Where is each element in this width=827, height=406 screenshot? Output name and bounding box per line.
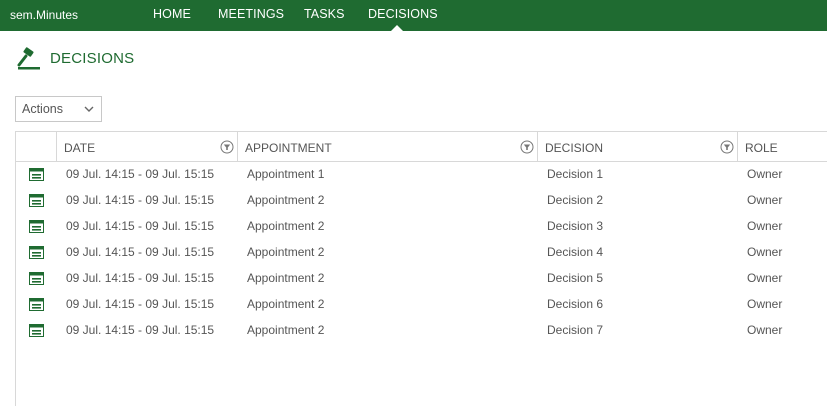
cell-decision[interactable]: Decision 6 (547, 297, 603, 311)
app-brand[interactable]: sem.Minutes (10, 8, 78, 22)
column-divider (537, 132, 538, 162)
cell-date: 09 Jul. 14:15 - 09 Jul. 15:15 (66, 219, 215, 233)
cell-date: 09 Jul. 14:15 - 09 Jul. 15:15 (66, 271, 215, 285)
actions-dropdown-label: Actions (22, 102, 63, 116)
nav-item-home[interactable]: HOME (153, 7, 191, 21)
cell-appointment[interactable]: Appointment 2 (247, 323, 324, 337)
filter-decision-icon[interactable] (720, 140, 734, 154)
active-nav-caret-icon (391, 25, 403, 31)
table-row[interactable]: 09 Jul. 14:15 - 09 Jul. 15:15 Appointmen… (16, 162, 827, 188)
cell-appointment[interactable]: Appointment 2 (247, 297, 324, 311)
decision-item-icon[interactable] (29, 194, 44, 207)
gavel-icon (17, 47, 40, 70)
filter-date-icon[interactable] (220, 140, 234, 154)
cell-appointment[interactable]: Appointment 2 (247, 271, 324, 285)
nav-item-meetings[interactable]: MEETINGS (218, 7, 284, 21)
filter-appointment-icon[interactable] (520, 140, 534, 154)
cell-role: Owner (747, 323, 783, 337)
top-nav-bar: sem.Minutes HOME MEETINGS TASKS DECISION… (0, 0, 827, 31)
cell-appointment[interactable]: Appointment 2 (247, 193, 324, 207)
cell-role: Owner (747, 271, 783, 285)
cell-role: Owner (747, 193, 783, 207)
column-header-appointment[interactable]: APPOINTMENT (245, 141, 332, 155)
column-header-date[interactable]: DATE (64, 141, 95, 155)
table-header: DATE APPOINTMENT DECISION ROLE (16, 132, 827, 162)
decision-item-icon[interactable] (29, 246, 44, 259)
table-row[interactable]: 09 Jul. 14:15 - 09 Jul. 15:15 Appointmen… (16, 318, 827, 344)
column-divider (56, 132, 57, 162)
cell-role: Owner (747, 167, 783, 181)
table-row[interactable]: 09 Jul. 14:15 - 09 Jul. 15:15 Appointmen… (16, 292, 827, 318)
decisions-table: DATE APPOINTMENT DECISION ROLE 09 Jul. 1… (15, 131, 827, 406)
page-title: DECISIONS (50, 50, 135, 67)
chevron-down-icon (84, 106, 94, 112)
nav-item-decisions[interactable]: DECISIONS (368, 7, 438, 21)
column-divider (737, 132, 738, 162)
cell-date: 09 Jul. 14:15 - 09 Jul. 15:15 (66, 167, 215, 181)
cell-decision[interactable]: Decision 7 (547, 323, 603, 337)
cell-appointment[interactable]: Appointment 2 (247, 245, 324, 259)
column-header-decision[interactable]: DECISION (545, 141, 603, 155)
table-row[interactable]: 09 Jul. 14:15 - 09 Jul. 15:15 Appointmen… (16, 240, 827, 266)
cell-date: 09 Jul. 14:15 - 09 Jul. 15:15 (66, 297, 215, 311)
cell-decision[interactable]: Decision 3 (547, 219, 603, 233)
decision-item-icon[interactable] (29, 298, 44, 311)
cell-date: 09 Jul. 14:15 - 09 Jul. 15:15 (66, 193, 215, 207)
cell-decision[interactable]: Decision 5 (547, 271, 603, 285)
cell-date: 09 Jul. 14:15 - 09 Jul. 15:15 (66, 323, 215, 337)
column-header-role[interactable]: ROLE (745, 141, 778, 155)
cell-role: Owner (747, 219, 783, 233)
cell-decision[interactable]: Decision 2 (547, 193, 603, 207)
cell-role: Owner (747, 297, 783, 311)
cell-appointment[interactable]: Appointment 1 (247, 167, 324, 181)
column-divider (237, 132, 238, 162)
cell-date: 09 Jul. 14:15 - 09 Jul. 15:15 (66, 245, 215, 259)
cell-role: Owner (747, 245, 783, 259)
table-row[interactable]: 09 Jul. 14:15 - 09 Jul. 15:15 Appointmen… (16, 214, 827, 240)
decision-item-icon[interactable] (29, 272, 44, 285)
cell-appointment[interactable]: Appointment 2 (247, 219, 324, 233)
decision-item-icon[interactable] (29, 220, 44, 233)
actions-dropdown[interactable]: Actions (15, 96, 102, 122)
table-row[interactable]: 09 Jul. 14:15 - 09 Jul. 15:15 Appointmen… (16, 266, 827, 292)
nav-item-tasks[interactable]: TASKS (304, 7, 345, 21)
cell-decision[interactable]: Decision 4 (547, 245, 603, 259)
decision-item-icon[interactable] (29, 168, 44, 181)
decision-item-icon[interactable] (29, 324, 44, 337)
table-row[interactable]: 09 Jul. 14:15 - 09 Jul. 15:15 Appointmen… (16, 188, 827, 214)
cell-decision[interactable]: Decision 1 (547, 167, 603, 181)
